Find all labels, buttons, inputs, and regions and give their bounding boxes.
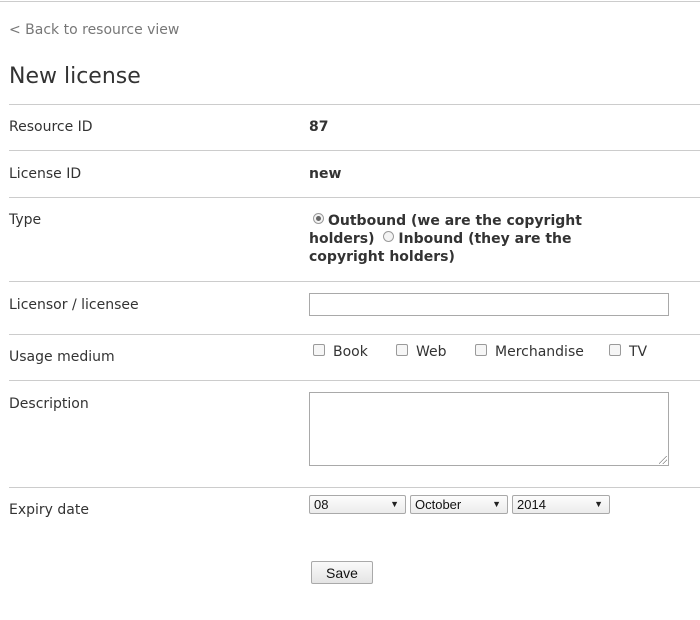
resource-id-label: Resource ID — [9, 119, 93, 135]
usage-book-label: Book — [333, 344, 368, 360]
usage-merchandise-option[interactable]: Merchandise — [475, 344, 584, 360]
back-to-resource-link[interactable]: < Back to resource view — [9, 22, 179, 38]
license-id-value: new — [309, 166, 342, 182]
expiry-month-select[interactable]: October ▼ — [410, 495, 508, 514]
licensor-label: Licensor / licensee — [9, 297, 139, 313]
top-divider — [0, 1, 700, 2]
usage-medium-label: Usage medium — [9, 349, 115, 365]
usage-tv-label: TV — [629, 344, 648, 360]
textarea-resize-grip[interactable] — [659, 456, 667, 464]
type-inbound-radio[interactable] — [383, 231, 395, 242]
license-id-label: License ID — [9, 166, 82, 182]
expiry-day-select[interactable]: 08 ▼ — [309, 495, 406, 514]
triangle-down-icon: ▼ — [594, 499, 603, 509]
row-divider — [9, 487, 700, 488]
licensor-input[interactable] — [309, 293, 669, 316]
expiry-month-value: October — [415, 497, 462, 512]
triangle-down-icon: ▼ — [492, 499, 501, 509]
row-divider — [9, 197, 700, 198]
save-button[interactable]: Save — [311, 561, 373, 584]
usage-tv-checkbox[interactable] — [609, 344, 621, 356]
usage-merchandise-checkbox[interactable] — [475, 344, 487, 356]
resize-grip-icon — [659, 456, 667, 464]
page-title: New license — [9, 64, 141, 89]
expiry-year-value: 2014 — [517, 497, 546, 512]
row-divider — [9, 380, 700, 381]
type-radio-group: Outbound (we are the copyright holders) … — [309, 212, 584, 266]
description-label: Description — [9, 396, 89, 412]
type-label: Type — [9, 212, 42, 228]
row-divider — [9, 334, 700, 335]
type-outbound-radio[interactable] — [313, 213, 324, 224]
description-textarea[interactable] — [309, 392, 669, 466]
expiry-day-value: 08 — [314, 497, 329, 512]
row-divider — [9, 150, 700, 151]
usage-merchandise-label: Merchandise — [495, 344, 584, 360]
usage-web-option[interactable]: Web — [396, 344, 447, 360]
triangle-down-icon: ▼ — [390, 499, 399, 509]
usage-book-checkbox[interactable] — [313, 344, 325, 356]
usage-web-checkbox[interactable] — [396, 344, 408, 356]
usage-tv-option[interactable]: TV — [609, 344, 647, 360]
row-divider — [9, 281, 700, 282]
usage-book-option[interactable]: Book — [313, 344, 368, 360]
usage-web-label: Web — [416, 344, 447, 360]
row-divider — [9, 104, 700, 105]
expiry-year-select[interactable]: 2014 ▼ — [512, 495, 610, 514]
resource-id-value: 87 — [309, 119, 329, 135]
expiry-date-label: Expiry date — [9, 502, 89, 518]
